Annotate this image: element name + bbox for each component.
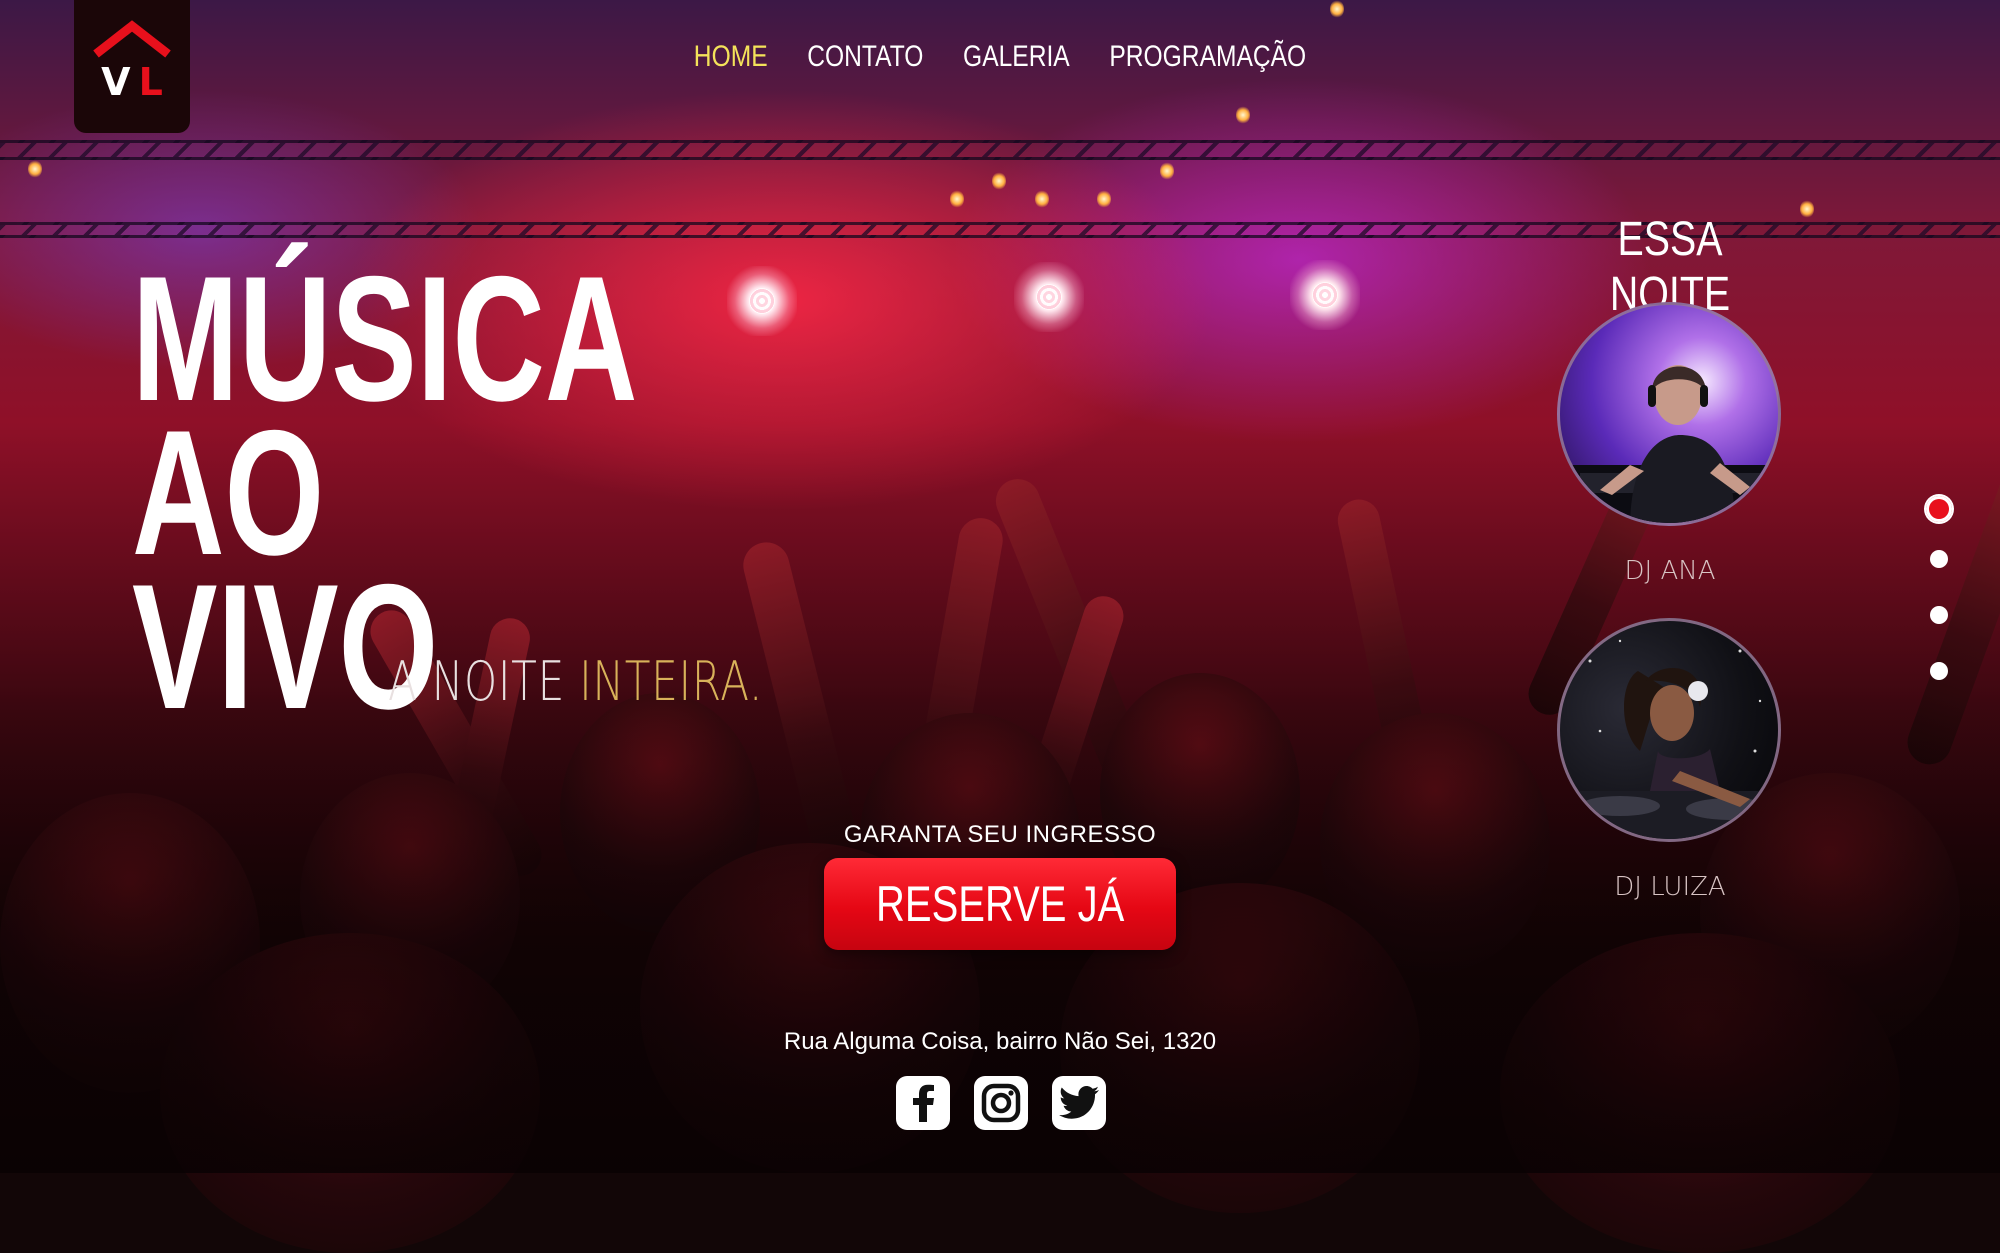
stage-bulb bbox=[28, 160, 42, 178]
slider-pagination bbox=[1926, 496, 1952, 718]
stage-bulb bbox=[1236, 106, 1250, 124]
stage-light bbox=[1014, 262, 1084, 332]
dj-luiza-illustration bbox=[1560, 639, 1778, 839]
hero-tagline: A NOITE INTEIRA. bbox=[388, 650, 763, 713]
site-logo[interactable]: VL bbox=[74, 0, 190, 133]
facebook-icon[interactable] bbox=[896, 1076, 950, 1130]
stage-bulb bbox=[1800, 200, 1814, 218]
slider-dot-3[interactable] bbox=[1930, 606, 1948, 624]
tagline-part-1: A NOITE bbox=[388, 650, 580, 713]
dj-ana-name: DJ ANA bbox=[1624, 556, 1716, 586]
reserve-button[interactable]: RESERVE JÁ bbox=[824, 858, 1176, 950]
logo-letter-v: V bbox=[101, 60, 139, 104]
social-links bbox=[896, 1076, 1106, 1130]
stage-bulb bbox=[950, 190, 964, 208]
dj-luiza-name: DJ LUIZA bbox=[1614, 872, 1726, 902]
logo-text: VL bbox=[74, 60, 190, 104]
twitter-icon[interactable] bbox=[1052, 1076, 1106, 1130]
nav-programacao[interactable]: PROGRAMAÇÃO bbox=[1109, 40, 1306, 74]
slider-dot-1[interactable] bbox=[1926, 496, 1952, 522]
stage-bulb bbox=[1097, 190, 1111, 208]
nav-galeria[interactable]: GALERIA bbox=[963, 40, 1070, 74]
stage-light bbox=[727, 266, 797, 336]
tagline-part-2: INTEIRA. bbox=[579, 650, 764, 713]
nav-contato[interactable]: CONTATO bbox=[807, 40, 923, 74]
stage-bulb bbox=[992, 172, 1006, 190]
dj-ana-illustration bbox=[1560, 365, 1778, 523]
stage-light bbox=[1290, 260, 1360, 330]
nav-home[interactable]: HOME bbox=[694, 40, 768, 74]
venue-address: Rua Alguma Coisa, bairro Não Sei, 1320 bbox=[783, 1028, 1217, 1055]
slider-dot-2[interactable] bbox=[1930, 550, 1948, 568]
reserve-button-label: RESERVE JÁ bbox=[875, 876, 1125, 932]
stage-bulb bbox=[1160, 162, 1174, 180]
instagram-icon[interactable] bbox=[974, 1076, 1028, 1130]
dj-ana-photo[interactable] bbox=[1557, 302, 1781, 526]
dj-luiza-photo[interactable] bbox=[1557, 618, 1781, 842]
logo-letter-l: L bbox=[138, 60, 171, 104]
stage-truss bbox=[0, 140, 2000, 160]
main-nav: HOME CONTATO GALERIA PROGRAMAÇÃO bbox=[180, 40, 1820, 74]
slider-dot-4[interactable] bbox=[1930, 662, 1948, 680]
stage-bulb bbox=[1035, 190, 1049, 208]
stage-bulb bbox=[1330, 0, 1344, 18]
house-roof-icon bbox=[93, 20, 171, 58]
